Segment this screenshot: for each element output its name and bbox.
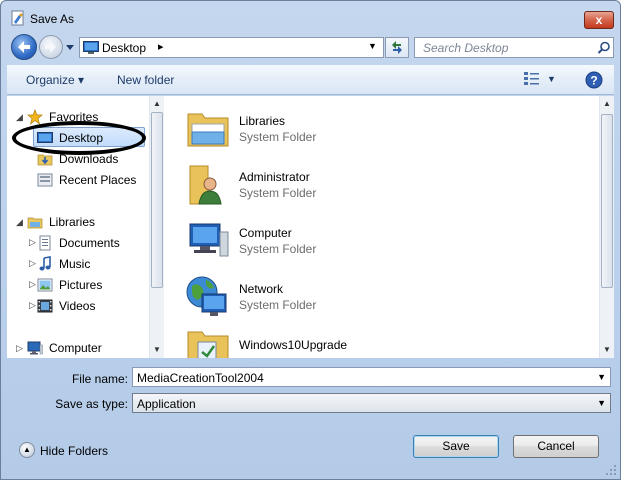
computer-icon xyxy=(189,223,229,257)
nav-item-label: Pictures xyxy=(59,278,103,292)
list-item[interactable]: Administrator System Folder xyxy=(184,160,584,216)
nav-item-label: Documents xyxy=(59,236,120,250)
chevron-up-icon: ▲ xyxy=(19,442,35,458)
address-location[interactable]: Desktop xyxy=(102,41,146,55)
nav-item-label: Music xyxy=(59,257,91,271)
file-name: Network xyxy=(239,282,284,296)
recent-locations-dropdown-icon[interactable] xyxy=(65,41,75,53)
save-as-icon xyxy=(11,10,24,26)
list-item[interactable]: Windows10Upgrade xyxy=(184,328,584,358)
file-name-value[interactable]: MediaCreationTool2004 xyxy=(137,371,264,385)
forward-button[interactable] xyxy=(39,35,63,59)
save-as-type-select[interactable]: Application ▼ xyxy=(132,393,611,413)
change-view-icon[interactable] xyxy=(523,71,541,87)
back-button[interactable] xyxy=(11,34,37,60)
title-bar: Save As x xyxy=(1,1,620,33)
window-title: Save As xyxy=(30,12,75,26)
collapse-libraries-icon[interactable]: ◢ xyxy=(16,217,23,228)
documents-icon xyxy=(39,235,51,251)
expand-videos-icon[interactable]: ▷ xyxy=(29,300,36,311)
file-type: System Folder xyxy=(239,130,317,144)
navigation-pane: ◢ Favorites Desktop Downloads Recent Pla… xyxy=(7,96,164,358)
list-item[interactable]: Computer System Folder xyxy=(184,216,584,272)
pictures-icon xyxy=(37,278,53,292)
breadcrumb-chevron-icon[interactable]: ▸ xyxy=(158,40,164,53)
videos-icon xyxy=(37,299,53,313)
forward-arrow-icon xyxy=(45,41,56,53)
file-type: System Folder xyxy=(239,242,317,256)
file-name: Windows10Upgrade xyxy=(239,338,348,352)
new-folder-button[interactable]: New folder xyxy=(117,73,174,87)
scroll-down-icon[interactable]: ▼ xyxy=(603,345,611,354)
file-name: Administrator xyxy=(239,170,310,184)
nav-item-label: Videos xyxy=(59,299,96,313)
desktop-icon xyxy=(83,41,99,54)
computer-icon xyxy=(27,341,43,355)
computer-label: Computer xyxy=(49,341,102,355)
file-name-label: File name: xyxy=(71,372,128,386)
file-list: Libraries System Folder Administrator Sy… xyxy=(164,96,614,358)
command-bar: Organize ▾ New folder ▼ ? xyxy=(7,65,614,95)
refresh-button[interactable] xyxy=(385,37,409,58)
address-dropdown-icon[interactable]: ▼ xyxy=(368,41,377,51)
view-options-dropdown-icon[interactable]: ▼ xyxy=(547,74,556,84)
libraries-icon xyxy=(27,217,43,229)
svg-text:?: ? xyxy=(590,74,597,88)
close-icon: x xyxy=(595,13,603,27)
file-list-scrollbar[interactable]: ▲ ▼ xyxy=(599,96,614,358)
folder-icon xyxy=(187,331,229,358)
libraries-label: Libraries xyxy=(49,215,96,229)
cancel-button[interactable]: Cancel xyxy=(513,435,599,458)
collapse-favorites-icon[interactable]: ◢ xyxy=(16,112,23,123)
network-icon xyxy=(186,276,227,316)
libraries-folder-icon xyxy=(187,113,229,147)
save-as-type-value[interactable]: Application xyxy=(137,397,196,411)
expand-documents-icon[interactable]: ▷ xyxy=(29,237,36,248)
resize-grip-icon[interactable] xyxy=(605,464,617,476)
organize-menu[interactable]: Organize ▾ xyxy=(26,73,84,87)
file-type: System Folder xyxy=(239,186,317,200)
scroll-up-icon[interactable]: ▲ xyxy=(603,99,611,108)
user-folder-icon xyxy=(189,165,222,205)
address-bar[interactable]: Desktop ▸ ▼ xyxy=(79,37,384,58)
nav-item-label: Recent Places xyxy=(59,173,137,187)
list-item[interactable]: Network System Folder xyxy=(184,272,584,328)
save-button[interactable]: Save xyxy=(413,435,499,458)
list-item[interactable]: Libraries System Folder xyxy=(184,104,584,160)
music-note-icon xyxy=(39,256,51,271)
search-icon[interactable] xyxy=(597,41,611,55)
expand-pictures-icon[interactable]: ▷ xyxy=(29,279,36,290)
save-as-dialog: Save As x Desktop ▸ ▼ Search Desktop Org… xyxy=(0,0,621,480)
refresh-icon xyxy=(392,41,402,54)
scroll-down-icon[interactable]: ▼ xyxy=(153,345,161,354)
save-as-type-label: Save as type: xyxy=(55,397,128,411)
search-box[interactable]: Search Desktop xyxy=(414,37,614,58)
help-icon[interactable]: ? xyxy=(585,71,603,89)
file-name-field[interactable]: MediaCreationTool2004 ▼ xyxy=(132,367,611,387)
hide-folders-label: Hide Folders xyxy=(40,444,109,458)
scroll-thumb[interactable] xyxy=(151,112,163,288)
nav-pane-scrollbar[interactable]: ▲ ▼ xyxy=(149,96,164,358)
file-type: System Folder xyxy=(239,298,317,312)
search-input[interactable]: Search Desktop xyxy=(423,41,508,55)
file-name-dropdown-icon[interactable]: ▼ xyxy=(597,372,606,382)
recent-places-icon xyxy=(37,173,53,187)
back-arrow-icon xyxy=(18,41,30,53)
expand-music-icon[interactable]: ▷ xyxy=(29,258,36,269)
expand-computer-icon[interactable]: ▷ xyxy=(16,343,23,354)
star-icon xyxy=(27,109,43,125)
scroll-up-icon[interactable]: ▲ xyxy=(153,99,161,108)
save-as-type-dropdown-icon[interactable]: ▼ xyxy=(597,398,606,408)
close-button[interactable]: x xyxy=(584,11,614,29)
file-name: Libraries xyxy=(239,114,286,128)
scroll-thumb[interactable] xyxy=(601,114,613,288)
annotation-circle xyxy=(12,121,146,155)
file-name: Computer xyxy=(239,226,292,240)
